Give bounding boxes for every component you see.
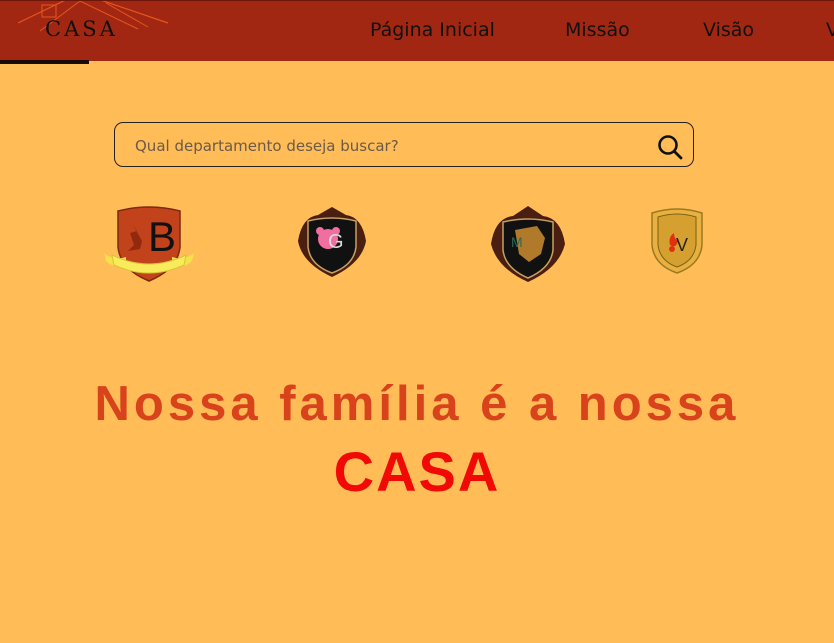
header-bar: CASA Página Inicial Missão Visão V <box>0 0 834 61</box>
hero-line-2: CASA <box>333 440 501 503</box>
department-crest-v[interactable]: V <box>648 205 706 279</box>
logo-text[interactable]: CASA <box>45 17 118 41</box>
nav-vision[interactable]: Visão <box>703 19 754 41</box>
department-crest-b[interactable]: B <box>104 203 194 287</box>
department-crest-m[interactable]: M <box>489 204 567 288</box>
crest-shield-icon <box>491 206 565 282</box>
hero-headline: Nossa família é a nossa CASA <box>0 370 834 506</box>
active-nav-indicator <box>0 60 89 64</box>
crest-letter-b: B <box>148 213 177 260</box>
crest-letter-v: V <box>676 235 689 255</box>
search-icon <box>658 135 683 160</box>
crest-letter-g: G <box>328 231 344 253</box>
search-input[interactable] <box>133 133 637 159</box>
crest-letter-m: M <box>511 234 523 250</box>
search-button[interactable] <box>657 134 683 160</box>
nav-values[interactable]: V <box>826 19 834 41</box>
nav-mission[interactable]: Missão <box>565 19 630 41</box>
hero-line-1: Nossa família é a nossa <box>94 377 740 431</box>
search-bar <box>114 122 694 167</box>
department-crest-g[interactable]: G <box>296 205 368 283</box>
nav-home[interactable]: Página Inicial <box>370 19 495 41</box>
